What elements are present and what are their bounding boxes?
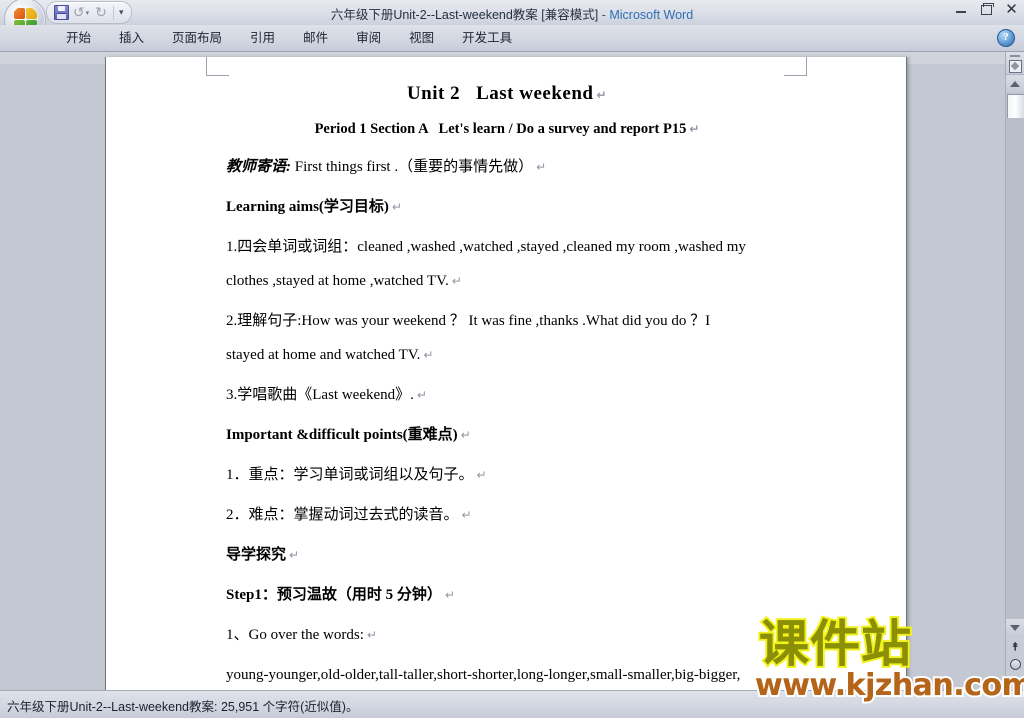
restore-button[interactable]: [978, 2, 995, 17]
aim-2-text: 2.理解句子:How was your weekend ？ It was fin…: [226, 313, 711, 329]
double-chevron-up-icon: ⯭: [1011, 639, 1019, 653]
tab-view[interactable]: 视图: [395, 26, 448, 50]
pilcrow-icon: ↵: [461, 508, 472, 522]
key-point-1-text: 1．重点：学习单词或词组以及句子。: [226, 467, 474, 483]
word-list-text: young-younger,old-older,tall-taller,shor…: [226, 667, 741, 683]
margin-mark-top-right: [784, 57, 807, 76]
ribbon-tab-bar: 开始 插入 页面布局 引用 邮件 审阅 视图 开发工具 ?: [0, 25, 1024, 52]
tab-mailings[interactable]: 邮件: [289, 26, 342, 50]
pilcrow-icon: ↵: [460, 428, 471, 442]
pilcrow-icon: ↵: [366, 628, 377, 642]
aim-2-text-cont: stayed at home and watched TV.: [226, 347, 421, 363]
pilcrow-icon: ↵: [289, 548, 300, 562]
aim-3-text: 3.学唱歌曲《Last weekend》.: [226, 387, 414, 403]
title-separator: -: [598, 8, 610, 22]
step1-label: Step1：预习温故（用时 5 分钟）: [226, 587, 442, 603]
paragraph-aim-2-line-1: 2.理解句子:How was your weekend ？ It was fin…: [226, 306, 788, 337]
heading1-topic: Last weekend: [476, 83, 594, 104]
word-application-window: ↺ ▾ ↻ ▾ 六年级下册Unit-2--Last-weekend教案 [兼容模…: [0, 0, 1024, 718]
paragraph-aim-3: 3.学唱歌曲《Last weekend》. ↵: [226, 380, 788, 411]
split-window-button[interactable]: [1006, 52, 1024, 75]
document-heading-1: Unit 2 Last weekend ↵: [226, 83, 788, 105]
pilcrow-icon: ↵: [444, 588, 455, 602]
document-body[interactable]: Unit 2 Last weekend ↵ Period 1 Section A Le…: [226, 83, 788, 691]
paragraph-step1-heading: Step1：预习温故（用时 5 分钟） ↵: [226, 580, 788, 611]
paragraph-aim-2-line-2: stayed at home and watched TV. ↵: [226, 340, 788, 371]
pilcrow-icon: ↵: [596, 88, 608, 102]
guided-inquiry-label: 导学探究: [226, 547, 287, 563]
status-bar: 六年级下册Unit-2--Last-weekend教案: 25,951 个字符(…: [0, 690, 1024, 718]
paragraph-key-point-1: 1．重点：学习单词或词组以及句子。 ↵: [226, 460, 788, 491]
heading1-unit: Unit 2: [406, 83, 461, 104]
learning-aims-label: Learning aims(学习目标): [226, 199, 389, 215]
window-controls: ✕: [953, 2, 1020, 17]
tab-page-layout[interactable]: 页面布局: [158, 26, 236, 50]
aim-1-text: 1.四会单词或词组：cleaned ,washed ,watched ,stay…: [226, 239, 746, 255]
teacher-motto-text: First things first .（重要的事情先做）: [294, 159, 534, 175]
document-workspace: Unit 2 Last weekend ↵ Period 1 Section A Le…: [0, 52, 1024, 691]
chevron-down-icon: [1010, 625, 1020, 631]
scroll-up-button[interactable]: [1006, 75, 1024, 92]
chevron-up-icon: [1010, 80, 1020, 87]
minimize-button[interactable]: [953, 2, 970, 17]
double-chevron-down-icon: ⯯: [1011, 675, 1019, 689]
select-browse-object-button[interactable]: [1006, 655, 1024, 673]
margin-mark-top-left: [206, 57, 229, 76]
help-icon[interactable]: ?: [997, 29, 1015, 47]
status-character-count: 六年级下册Unit-2--Last-weekend教案: 25,951 个字符(…: [7, 700, 359, 714]
heading2-period: Period 1 Section A: [314, 121, 429, 137]
heading2-detail: Let's learn / Do a survey and report P15: [438, 121, 687, 137]
tab-home[interactable]: 开始: [52, 26, 105, 50]
paragraph-aim-1-line-2: clothes ,stayed at home ,watched TV. ↵: [226, 266, 788, 297]
scrollbar-bottom-controls: ⯭ ⯯: [1006, 619, 1024, 691]
paragraph-aim-1-line-1: 1.四会单词或词组：cleaned ,washed ,watched ,stay…: [226, 232, 788, 263]
key-points-label: Important &difficult points(重难点): [226, 427, 458, 443]
aim-1-text-cont: clothes ,stayed at home ,watched TV.: [226, 273, 449, 289]
pilcrow-icon: ↵: [451, 274, 462, 288]
application-name: Microsoft Word: [609, 8, 694, 22]
tab-review[interactable]: 审阅: [342, 26, 395, 50]
browse-object-icon: [1009, 658, 1021, 670]
previous-page-button[interactable]: ⯭: [1006, 637, 1024, 655]
pilcrow-icon: ↵: [689, 122, 700, 136]
tab-insert[interactable]: 插入: [105, 26, 158, 50]
paragraph-teacher-motto: 教师寄语: First things first .（重要的事情先做） ↵: [226, 152, 788, 183]
tab-developer[interactable]: 开发工具: [448, 26, 526, 50]
paragraph-guided-inquiry-heading: 导学探究 ↵: [226, 540, 788, 571]
split-window-icon: [1009, 60, 1022, 73]
next-page-button[interactable]: ⯯: [1006, 673, 1024, 691]
paragraph-key-point-2: 2．难点：掌握动词过去式的读音。 ↵: [226, 500, 788, 531]
document-title: 六年级下册Unit-2--Last-weekend教案 [兼容模式]: [330, 8, 599, 22]
split-handle-icon: [1010, 55, 1020, 57]
document-heading-2: Period 1 Section A Let's learn / Do a sur…: [226, 121, 788, 138]
close-button[interactable]: ✕: [1003, 2, 1020, 17]
go-over-words-text: 1、Go over the words:: [226, 627, 364, 643]
teacher-motto-label: 教师寄语:: [226, 159, 291, 175]
vertical-scrollbar[interactable]: ⯭ ⯯: [1005, 52, 1024, 691]
pilcrow-icon: ↵: [416, 388, 427, 402]
paragraph-go-over-words: 1、Go over the words: ↵: [226, 620, 788, 651]
key-point-2-text: 2．难点：掌握动词过去式的读音。: [226, 507, 459, 523]
pilcrow-icon: ↵: [391, 200, 402, 214]
paragraph-learning-aims-heading: Learning aims(学习目标) ↵: [226, 192, 788, 223]
pilcrow-icon: ↵: [536, 160, 547, 174]
pilcrow-icon: ↵: [476, 468, 487, 482]
paragraph-key-points-heading: Important &difficult points(重难点) ↵: [226, 420, 788, 451]
document-page[interactable]: Unit 2 Last weekend ↵ Period 1 Section A Le…: [105, 57, 907, 691]
tab-references[interactable]: 引用: [236, 26, 289, 50]
scrollbar-track[interactable]: [1006, 118, 1024, 619]
scrollbar-thumb[interactable]: [1007, 94, 1024, 119]
title-bar: ↺ ▾ ↻ ▾ 六年级下册Unit-2--Last-weekend教案 [兼容模…: [0, 0, 1024, 40]
ribbon-tabs: 开始 插入 页面布局 引用 邮件 审阅 视图 开发工具: [52, 25, 526, 51]
window-title: 六年级下册Unit-2--Last-weekend教案 [兼容模式] - Mic…: [0, 4, 1024, 23]
pilcrow-icon: ↵: [423, 348, 434, 362]
paragraph-word-list-line-1: young-younger,old-older,tall-taller,shor…: [226, 660, 788, 691]
scroll-down-button[interactable]: [1006, 619, 1024, 637]
